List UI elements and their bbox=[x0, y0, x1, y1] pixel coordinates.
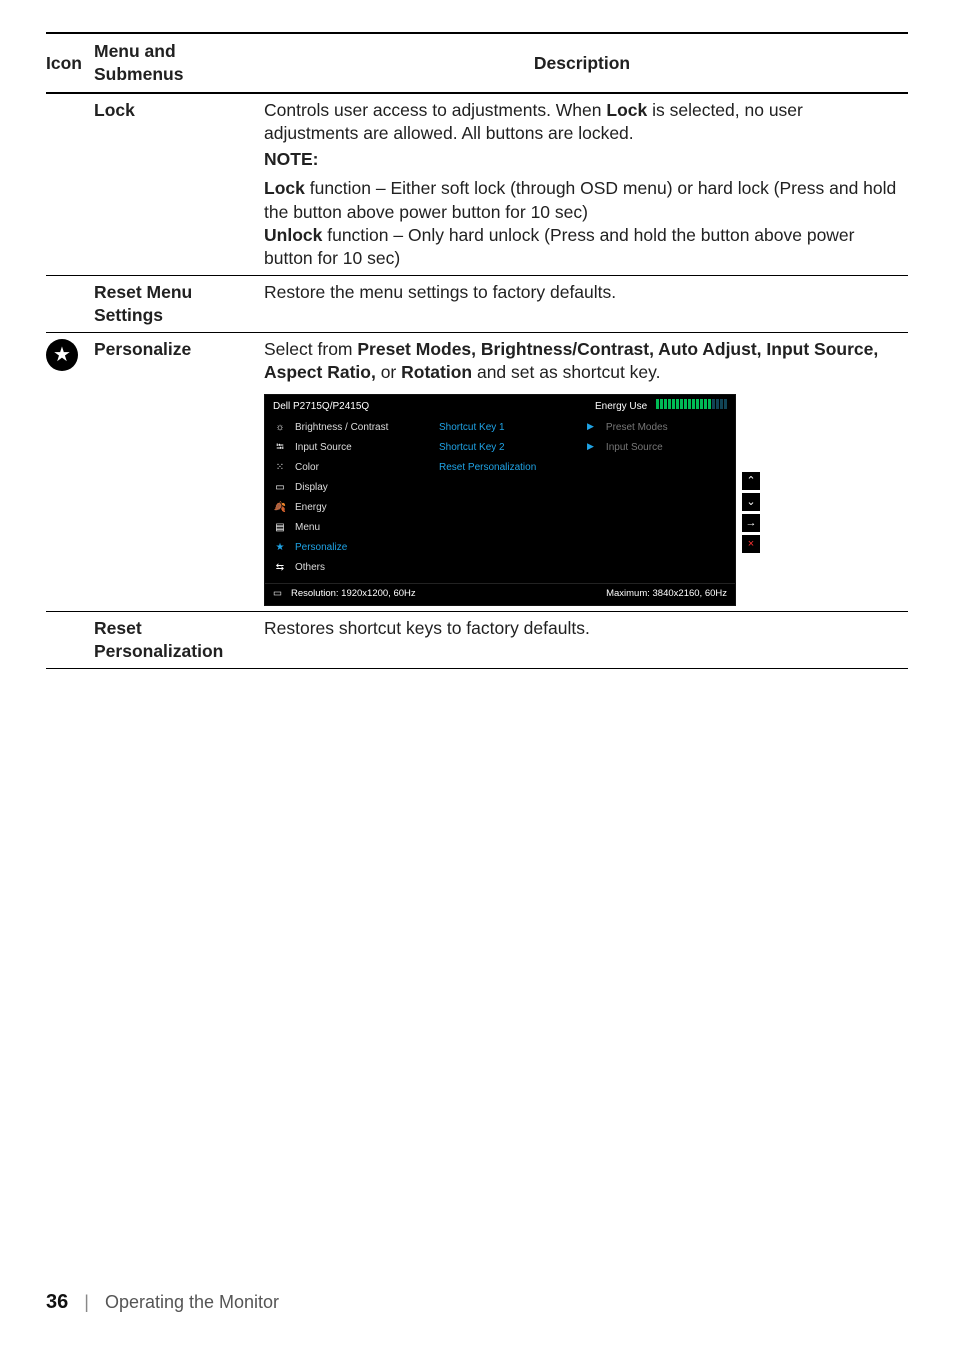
star-icon: ★ bbox=[46, 339, 78, 371]
osd-left-label-7: Others bbox=[295, 561, 325, 574]
header-icon: Icon bbox=[46, 33, 94, 93]
footer-title: Operating the Monitor bbox=[105, 1292, 279, 1313]
menu-icon: ▤ bbox=[273, 520, 287, 534]
osd-up-button[interactable]: ⌃ bbox=[742, 472, 760, 490]
desc-lock: Controls user access to adjustments. Whe… bbox=[264, 93, 908, 275]
osd-down-button[interactable]: ⌄ bbox=[742, 493, 760, 511]
osd-mid-shortcut1[interactable]: Shortcut Key 1 bbox=[435, 417, 583, 437]
osd-item-menu[interactable]: ▤ Menu bbox=[265, 517, 435, 537]
page-number: 36 bbox=[46, 1291, 68, 1314]
osd-mid-label-0: Shortcut Key 1 bbox=[439, 421, 505, 434]
osd-item-input[interactable]: ⭾ Input Source bbox=[265, 437, 435, 457]
personalize-icon: ★ bbox=[273, 540, 287, 554]
osd-right-column: ▶ Preset Modes ▶ Input Source bbox=[583, 417, 735, 577]
lock-desc-part1: Controls user access to adjustments. Whe… bbox=[264, 100, 606, 120]
osd-mid-label-1: Shortcut Key 2 bbox=[439, 441, 505, 454]
osd-mid-label-2: Reset Personalization bbox=[439, 461, 536, 474]
energy-icon: 🍂 bbox=[273, 500, 287, 514]
osd-mid-reset[interactable]: Reset Personalization bbox=[435, 457, 583, 477]
header-description: Description bbox=[264, 33, 908, 93]
osd-side-buttons: ⌃ ⌄ → × bbox=[742, 472, 760, 553]
osd-panel: Dell P2715Q/P2415Q Energy Use bbox=[264, 394, 736, 606]
personalize-icon-cell: ★ bbox=[46, 333, 94, 612]
osd-left-label-4: Energy bbox=[295, 501, 327, 514]
menu-reset-personalization: Reset Personalization bbox=[94, 611, 264, 668]
note-label: NOTE: bbox=[264, 148, 902, 171]
osd-right-label-1: Input Source bbox=[606, 441, 663, 454]
osd-item-others[interactable]: ⇆ Others bbox=[265, 557, 435, 577]
table-row: ★ Personalize Select from Preset Modes, … bbox=[46, 333, 908, 612]
menu-lock: Lock bbox=[94, 93, 264, 275]
osd-right-input[interactable]: ▶ Input Source bbox=[583, 437, 735, 457]
osd-right-label-0: Preset Modes bbox=[606, 421, 668, 434]
desc-personalize: Select from Preset Modes, Brightness/Con… bbox=[264, 333, 908, 612]
display-icon: ▭ bbox=[273, 480, 287, 494]
page-footer: 36 | Operating the Monitor bbox=[46, 1291, 279, 1314]
color-icon: ⁙ bbox=[273, 460, 287, 474]
desc-reset-menu: Restore the menu settings to factory def… bbox=[264, 275, 908, 332]
menu-personalize: Personalize bbox=[94, 333, 264, 612]
menu-description-table: Icon Menu and Submenus Description Lock … bbox=[46, 32, 908, 669]
osd-resolution-max: Maximum: 3840x2160, 60Hz bbox=[606, 588, 727, 601]
table-row: Lock Controls user access to adjustments… bbox=[46, 93, 908, 275]
triangle-icon: ▶ bbox=[587, 441, 594, 453]
osd-item-brightness[interactable]: ☼ Brightness / Contrast bbox=[265, 417, 435, 437]
osd-left-label-1: Input Source bbox=[295, 441, 352, 454]
energy-bar-icon bbox=[656, 399, 727, 409]
desc-reset-personalization: Restores shortcut keys to factory defaul… bbox=[264, 611, 908, 668]
brightness-icon: ☼ bbox=[273, 420, 287, 434]
osd-item-color[interactable]: ⁙ Color bbox=[265, 457, 435, 477]
footer-separator: | bbox=[84, 1292, 89, 1313]
osd-item-display[interactable]: ▭ Display bbox=[265, 477, 435, 497]
menu-reset-menu: Reset Menu Settings bbox=[94, 275, 264, 332]
osd-model: Dell P2715Q/P2415Q bbox=[273, 400, 369, 413]
others-icon: ⇆ bbox=[273, 560, 287, 574]
osd-left-label-5: Menu bbox=[295, 521, 320, 534]
osd-item-energy[interactable]: 🍂 Energy bbox=[265, 497, 435, 517]
osd-energy-label: Energy Use bbox=[595, 401, 647, 412]
personalize-desc-d: Rotation bbox=[401, 362, 472, 382]
osd-close-button[interactable]: × bbox=[742, 535, 760, 553]
personalize-desc-c: or bbox=[376, 362, 401, 382]
osd-item-personalize[interactable]: ★ Personalize bbox=[265, 537, 435, 557]
osd-left-label-2: Color bbox=[295, 461, 319, 474]
triangle-icon: ▶ bbox=[587, 421, 594, 433]
input-icon: ⭾ bbox=[273, 440, 287, 454]
lock-desc-bold: Lock bbox=[606, 100, 647, 120]
header-menu: Menu and Submenus bbox=[94, 33, 264, 93]
osd-right-preset[interactable]: ▶ Preset Modes bbox=[583, 417, 735, 437]
resolution-icon: ▭ bbox=[273, 588, 287, 601]
note-lock-bold: Lock bbox=[264, 178, 305, 198]
note-unlock-text: function – Only hard unlock (Press and h… bbox=[264, 225, 855, 268]
note-lock-text: function – Either soft lock (through OSD… bbox=[264, 178, 896, 221]
table-row: Reset Menu Settings Restore the menu set… bbox=[46, 275, 908, 332]
table-row: Reset Personalization Restores shortcut … bbox=[46, 611, 908, 668]
osd-enter-button[interactable]: → bbox=[742, 514, 760, 532]
osd-left-label-3: Display bbox=[295, 481, 328, 494]
osd-left-label-6: Personalize bbox=[295, 541, 347, 554]
osd-resolution-current: ▭ Resolution: 1920x1200, 60Hz bbox=[273, 588, 416, 601]
personalize-desc-a: Select from bbox=[264, 339, 357, 359]
note-unlock-bold: Unlock bbox=[264, 225, 322, 245]
osd-bottom-left-text: Resolution: 1920x1200, 60Hz bbox=[291, 588, 416, 599]
osd-mid-column: Shortcut Key 1 Shortcut Key 2 Reset Pers… bbox=[435, 417, 583, 577]
osd-left-column: ☼ Brightness / Contrast ⭾ Input Source ⁙ Co… bbox=[265, 417, 435, 577]
osd-left-label-0: Brightness / Contrast bbox=[295, 421, 388, 434]
osd-mid-shortcut2[interactable]: Shortcut Key 2 bbox=[435, 437, 583, 457]
osd-energy: Energy Use bbox=[595, 399, 727, 413]
personalize-desc-e: and set as shortcut key. bbox=[472, 362, 660, 382]
